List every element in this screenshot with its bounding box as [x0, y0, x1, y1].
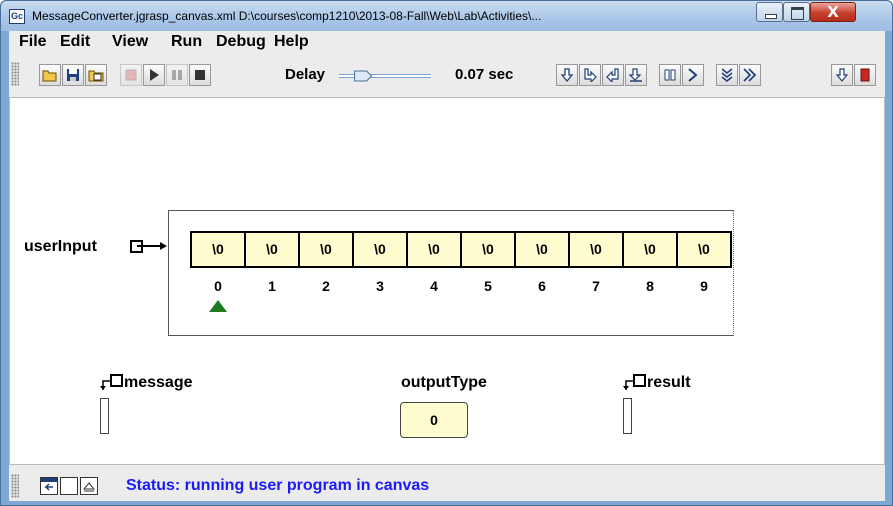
- array-cell[interactable]: \0: [568, 231, 624, 268]
- delay-slider[interactable]: [335, 67, 435, 85]
- userinput-name: userInput: [24, 238, 97, 255]
- message-label: message: [124, 374, 193, 391]
- run-to-cursor-icon: [629, 68, 642, 82]
- window-title: MessageConverter.jgrasp_canvas.xml D:\co…: [32, 9, 542, 23]
- application-window: Gc MessageConverter.jgrasp_canvas.xml D:…: [0, 0, 893, 506]
- step-out-icon: [606, 68, 619, 82]
- pause-all-button[interactable]: [659, 64, 681, 86]
- menu-bar: File Edit View Run Debug Help: [9, 31, 885, 57]
- delay-value: 0.07 sec: [455, 66, 514, 83]
- step-into-all-icon: [721, 68, 733, 82]
- userinput-label: userInput: [24, 238, 97, 256]
- down-arrow-button[interactable]: [831, 64, 853, 86]
- jgrasp-canvas-icon: Gc: [9, 9, 25, 24]
- toolbar-grip[interactable]: [11, 62, 19, 86]
- array-cell[interactable]: \0: [676, 231, 732, 268]
- array-index-label: 6: [538, 278, 546, 294]
- result-pointer-icon: [623, 374, 646, 390]
- open-icon: [42, 70, 57, 82]
- outputtype-value[interactable]: 0: [400, 402, 468, 438]
- title-bar[interactable]: Gc MessageConverter.jgrasp_canvas.xml D:…: [1, 1, 892, 31]
- save-icon: [67, 69, 79, 81]
- message-pointer-icon: [100, 374, 123, 390]
- collapse-icon: [82, 482, 96, 492]
- status-text: Status: running user program in canvas: [126, 477, 430, 494]
- dock-icon: [41, 478, 57, 491]
- canvas-area[interactable]: userInput \0 \0 \0 \0 \0 \0 \0 \0 \0 \0 012345678…: [9, 97, 885, 465]
- message-value-slot[interactable]: [100, 398, 109, 434]
- array-cells: \0 \0 \0 \0 \0 \0 \0 \0 \0 \0: [190, 231, 732, 268]
- save-button[interactable]: [62, 64, 84, 86]
- status-collapse-button[interactable]: [80, 477, 98, 495]
- userinput-pointer-icon: [130, 240, 167, 253]
- breakpoint-button[interactable]: [120, 64, 142, 86]
- array-index-label: 9: [700, 278, 708, 294]
- array-index-label: 4: [430, 278, 438, 294]
- step-over-button[interactable]: [556, 64, 578, 86]
- status-bar: Status: running user program in canvas: [9, 469, 885, 501]
- menu-edit[interactable]: Edit: [60, 33, 90, 51]
- step-all-button[interactable]: [682, 64, 704, 86]
- minimize-button[interactable]: [756, 2, 783, 22]
- toolbar: Delay 0.07 sec: [9, 59, 885, 93]
- step-over-icon: [560, 68, 574, 82]
- pause-button[interactable]: [166, 64, 188, 86]
- pause-all-icon: [664, 69, 676, 81]
- stop-button[interactable]: [189, 64, 211, 86]
- open-button[interactable]: [39, 64, 61, 86]
- delay-label: Delay: [285, 66, 326, 83]
- terminate-button[interactable]: [854, 64, 876, 86]
- window-client-area: File Edit View Run Debug Help Delay 0.07…: [9, 31, 885, 501]
- maximize-button[interactable]: [783, 2, 810, 22]
- array-cell[interactable]: \0: [406, 231, 462, 268]
- menu-view[interactable]: View: [112, 33, 148, 51]
- run-icon: [150, 69, 159, 81]
- step-in-icon: [584, 68, 597, 82]
- statusbar-grip[interactable]: [11, 474, 19, 498]
- down-arrow-icon: [835, 68, 849, 82]
- menu-help[interactable]: Help: [274, 33, 309, 51]
- array-index-label: 5: [484, 278, 492, 294]
- step-out-button[interactable]: [602, 64, 624, 86]
- build-button[interactable]: [85, 64, 107, 86]
- status-blank-button[interactable]: [60, 477, 78, 495]
- array-cell[interactable]: \0: [460, 231, 516, 268]
- result-label: result: [647, 374, 691, 391]
- stop-icon: [195, 70, 205, 80]
- array-index-label: 1: [268, 278, 276, 294]
- step-all-icon: [688, 68, 698, 82]
- menu-run[interactable]: Run: [171, 33, 202, 51]
- array-index-label: 0: [214, 278, 222, 294]
- delay-slider-thumb[interactable]: [354, 70, 373, 82]
- userinput-array-viewer[interactable]: \0 \0 \0 \0 \0 \0 \0 \0 \0 \0 0123456789: [168, 210, 734, 336]
- run-button[interactable]: [143, 64, 165, 86]
- array-cell[interactable]: \0: [514, 231, 570, 268]
- step-into-all-button[interactable]: [716, 64, 738, 86]
- run-to-cursor-button[interactable]: [625, 64, 647, 86]
- index-marker-icon: [209, 300, 227, 312]
- close-icon: X: [827, 3, 839, 21]
- array-index-label: 8: [646, 278, 654, 294]
- close-button[interactable]: X: [810, 2, 856, 22]
- array-index-label: 7: [592, 278, 600, 294]
- result-value-slot[interactable]: [623, 398, 632, 434]
- build-icon: [88, 70, 104, 82]
- outputtype-label: outputType: [401, 374, 487, 391]
- step-in-button[interactable]: [579, 64, 601, 86]
- array-index-label: 2: [322, 278, 330, 294]
- array-cell[interactable]: \0: [622, 231, 678, 268]
- array-cell[interactable]: \0: [244, 231, 300, 268]
- array-cell[interactable]: \0: [298, 231, 354, 268]
- pause-icon: [172, 70, 182, 80]
- fast-forward-button[interactable]: [739, 64, 761, 86]
- status-dock-button[interactable]: [40, 477, 58, 495]
- breakpoint-icon: [125, 69, 137, 81]
- menu-file[interactable]: File: [19, 33, 47, 51]
- array-cell[interactable]: \0: [352, 231, 408, 268]
- terminate-icon: [860, 68, 870, 82]
- fast-forward-icon: [743, 68, 757, 82]
- menu-debug[interactable]: Debug: [216, 33, 266, 51]
- array-cell[interactable]: \0: [190, 231, 246, 268]
- array-index-label: 3: [376, 278, 384, 294]
